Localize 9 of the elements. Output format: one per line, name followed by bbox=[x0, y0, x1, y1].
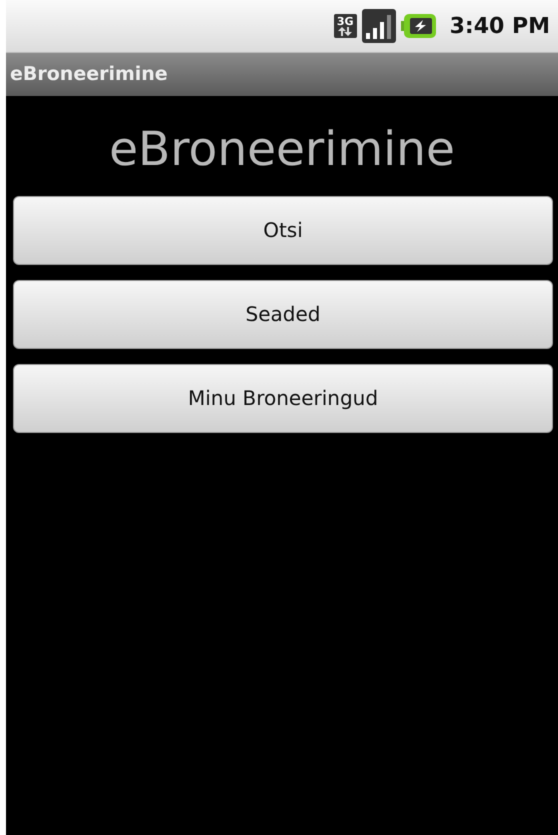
status-time: 3:40 PM bbox=[450, 12, 550, 40]
network-type-badge: 3G bbox=[334, 14, 357, 38]
menu-button[interactable]: Otsi bbox=[13, 196, 553, 265]
battery-charging-icon bbox=[400, 13, 437, 39]
menu-button[interactable]: Minu Broneeringud bbox=[13, 364, 553, 433]
signal-icon bbox=[362, 9, 396, 43]
app-title: eBroneerimine bbox=[10, 62, 168, 88]
menu-button[interactable]: Seaded bbox=[13, 280, 553, 349]
app-heading: eBroneerimine bbox=[108, 124, 456, 176]
